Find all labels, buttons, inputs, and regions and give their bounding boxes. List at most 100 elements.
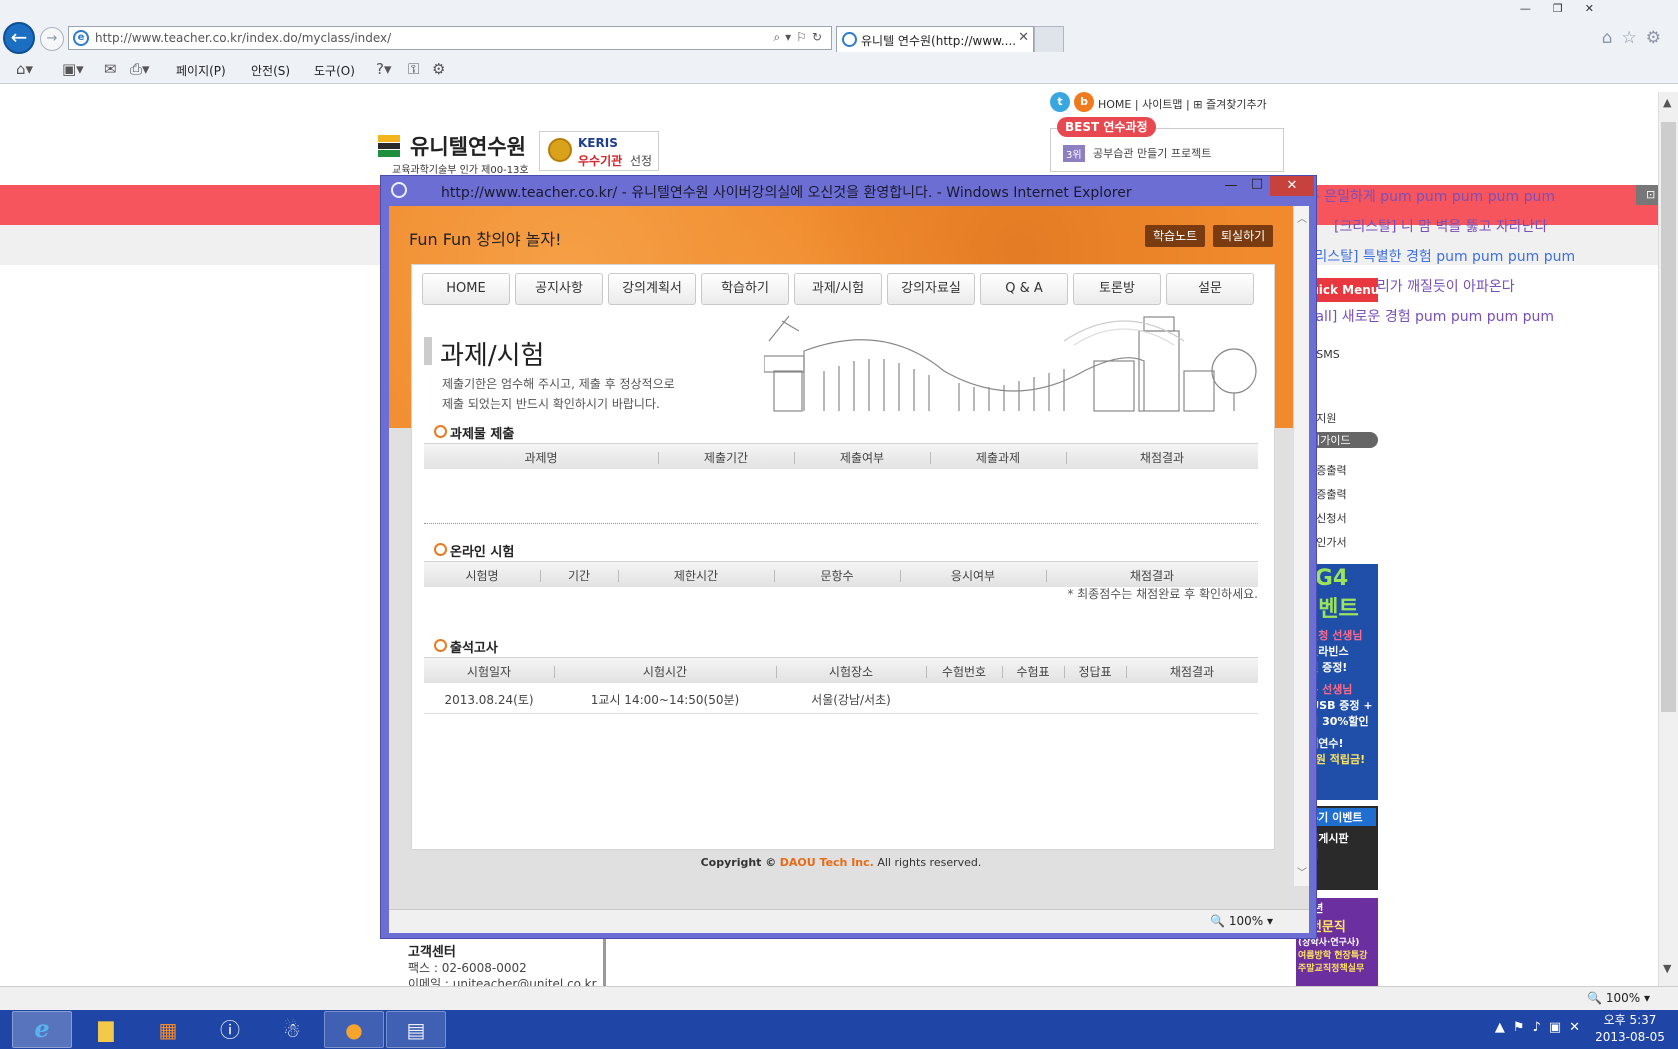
home-favorites-settings-icons[interactable]: ⌂☆⚙	[1602, 28, 1670, 48]
blog-icon[interactable]: b	[1074, 92, 1094, 112]
nav-survey[interactable]: 설문	[1166, 273, 1254, 305]
robot-taskbar-button[interactable]: ☃	[262, 1011, 322, 1048]
keris-badge: KERIS 우수기관 선정	[539, 131, 659, 171]
nav-notice[interactable]: 공지사항	[515, 273, 603, 305]
media-taskbar-button[interactable]: ●	[324, 1011, 384, 1048]
best-course-link[interactable]: 공부습관 만들기 프로젝트	[1093, 145, 1211, 161]
menu-safety[interactable]: 안전(S)	[251, 62, 290, 79]
nav-study[interactable]: 학습하기	[701, 273, 789, 305]
tab-title: 유니텔 연수원(http://www....	[861, 34, 1017, 48]
explorer-taskbar-button[interactable]: ▇	[76, 1011, 136, 1048]
mail-icon[interactable]: ✉	[104, 60, 117, 78]
close-tab-icon[interactable]: ✕	[1018, 30, 1029, 45]
chevron-up-icon[interactable]: ︿	[1297, 210, 1307, 225]
nav-home[interactable]: HOME	[422, 273, 510, 305]
page-scrollbar[interactable]: ▲ ▼	[1658, 92, 1678, 986]
col-header: 수험표	[1016, 665, 1050, 679]
popup-title: http://www.teacher.co.kr/ - 유니텔연수원 사이버강의…	[441, 185, 1132, 201]
ie-tab-icon	[842, 32, 857, 47]
print-icon[interactable]: ⎙▾	[130, 60, 150, 78]
arrow-right-icon: →	[46, 31, 58, 46]
internet-explorer-icon: e	[34, 1014, 50, 1043]
system-tray[interactable]: ▲⚑♪▣✕	[1495, 1020, 1588, 1035]
twitter-icon[interactable]: t	[1050, 92, 1070, 112]
classroom-slogan: Fun Fun 창의야 놀자!	[409, 230, 562, 249]
research-icon[interactable]: ⚿	[408, 60, 419, 78]
back-button[interactable]: ←	[3, 22, 35, 54]
scroll-down-icon[interactable]: ▼	[1663, 962, 1671, 975]
document-taskbar-button[interactable]: ▤	[386, 1011, 446, 1048]
lyric-line: [크리스탈] 니 맘 벽을 뚫고 자라난다	[1334, 219, 1548, 235]
page-description: 제출 되었는지 반드시 확인하시기 바랍니다.	[442, 397, 660, 411]
col-header: 시험장소	[828, 665, 874, 679]
lyric-line: 아주 은밀하게 pum pum pum pum pum	[1294, 189, 1555, 205]
lyric-line: [크리스탈] 특별한 경험 pum pum pum pum	[1296, 249, 1576, 265]
maximize-icon[interactable]: □	[1244, 176, 1270, 191]
site-logo[interactable]: 유니텔연수원 교육과학기술부 인가 제00-13호	[376, 131, 536, 176]
address-tools-icons[interactable]: ⌕▾⚐↻	[773, 30, 827, 45]
copyright-suffix: All rights reserved.	[877, 856, 982, 869]
nav-materials[interactable]: 강의자료실	[887, 273, 975, 305]
nav-assignment-exam[interactable]: 과제/시험	[794, 273, 882, 305]
online-exam-section-title: 온라인 시험	[434, 541, 514, 560]
address-url[interactable]: http://www.teacher.co.kr/index.do/myclas…	[95, 31, 391, 45]
browser-status-bar: 🔍 100% ▾	[0, 986, 1678, 1010]
cell-exam-place: 서울(강남/서초)	[811, 693, 891, 707]
gear-icon[interactable]: ⚙	[432, 60, 445, 78]
assignment-table-header: 과제명 제출기간 제출여부 제출과제 채점결과	[424, 443, 1258, 469]
arrow-left-icon: ←	[10, 25, 28, 49]
windows-taskbar: e ▇ ▦ ⓘ ☃ ● ▤ ▲⚑♪▣✕ 오후 5:37 2013-08-05	[0, 1010, 1678, 1049]
app-taskbar-button[interactable]: ▦	[138, 1011, 198, 1048]
medal-icon	[548, 138, 572, 162]
folder-icon: ▇	[98, 1018, 114, 1042]
popup-zoom-control[interactable]: 🔍 100% ▾	[1210, 914, 1273, 928]
ie-taskbar-button[interactable]: e	[12, 1011, 72, 1048]
attendance-exam-section-title: 출석고사	[434, 637, 498, 656]
exit-classroom-button[interactable]: 퇴실하기	[1213, 225, 1274, 247]
media-player-icon: ●	[345, 1018, 363, 1042]
zoom-value: 100%	[1605, 991, 1641, 1005]
popup-scrollbar[interactable]: ︿ ﹀	[1293, 206, 1309, 886]
command-bar: ⌂▾ ▣▾ ✉ ⎙▾ 페이지(P) 안전(S) 도구(O) ?▾ ⚿ ⚙	[0, 56, 1678, 84]
forward-button[interactable]: →	[40, 27, 64, 51]
keris-label: KERIS	[578, 136, 618, 150]
attendance-exam-table-header: 시험일자 시험시간 시험장소 수험번호 수험표 정답표 채점결과	[424, 657, 1258, 683]
top-links-text[interactable]: HOME | 사이트맵 | ⊞ 즐겨찾기추가	[1098, 96, 1267, 112]
cell-exam-time: 1교시 14:00~14:50(50분)	[590, 693, 740, 707]
feeds-icon[interactable]: ▣▾	[62, 60, 84, 78]
browser-tab-active[interactable]: 유니텔 연수원(http://www.... ✕	[836, 26, 1034, 52]
best-courses-box: BEST 연수과정 3위 공부습관 만들기 프로젝트	[1050, 117, 1284, 172]
scrollbar-thumb[interactable]	[1661, 122, 1676, 712]
ie-window-icon	[391, 182, 407, 198]
close-icon[interactable]: ✕	[1270, 176, 1314, 196]
col-header: 제출기간	[703, 451, 749, 465]
scroll-up-icon[interactable]: ▲	[1663, 96, 1671, 109]
site-top-links: t b HOME | 사이트맵 | ⊞ 즐겨찾기추가	[1050, 92, 1280, 114]
help-taskbar-button[interactable]: ⓘ	[200, 1011, 260, 1048]
help-icon[interactable]: ?▾	[376, 60, 392, 78]
ad-line: 주말교직정책실무	[1298, 964, 1365, 974]
nav-discussion[interactable]: 토론방	[1073, 273, 1161, 305]
chevron-down-icon[interactable]: ﹀	[1297, 864, 1307, 879]
clock[interactable]: 오후 5:37 2013-08-05	[1592, 1012, 1668, 1046]
nav-qna[interactable]: Q & A	[980, 273, 1068, 305]
menu-tools[interactable]: 도구(O)	[314, 62, 355, 79]
new-tab-button[interactable]	[1034, 26, 1064, 52]
menu-page[interactable]: 페이지(P)	[176, 62, 226, 79]
home-icon[interactable]: ⌂▾	[16, 60, 33, 78]
robot-app-icon: ☃	[283, 1018, 301, 1042]
window-controls[interactable]: —❐✕	[1520, 2, 1616, 15]
page-title: 과제/시험	[440, 341, 545, 371]
classroom-nav: HOME 공지사항 강의계획서 학습하기 과제/시험 강의자료실 Q & A 토…	[422, 273, 1268, 307]
nav-syllabus[interactable]: 강의계획서	[608, 273, 696, 305]
address-bar[interactable]: e http://www.teacher.co.kr/index.do/mycl…	[68, 26, 832, 50]
best-rank-badge: 3위	[1063, 145, 1085, 162]
row-divider	[424, 713, 1258, 714]
study-note-button[interactable]: 학습노트	[1145, 225, 1206, 247]
col-header: 시험일자	[466, 665, 512, 679]
col-header: 채점결과	[1129, 569, 1175, 583]
zoom-control[interactable]: 🔍 100% ▾	[1587, 991, 1650, 1005]
customer-center-title: 고객센터	[408, 945, 456, 960]
minimize-icon[interactable]: —	[1218, 178, 1244, 193]
copyright: Copyright © DAOU Tech Inc. All rights re…	[389, 856, 1293, 869]
